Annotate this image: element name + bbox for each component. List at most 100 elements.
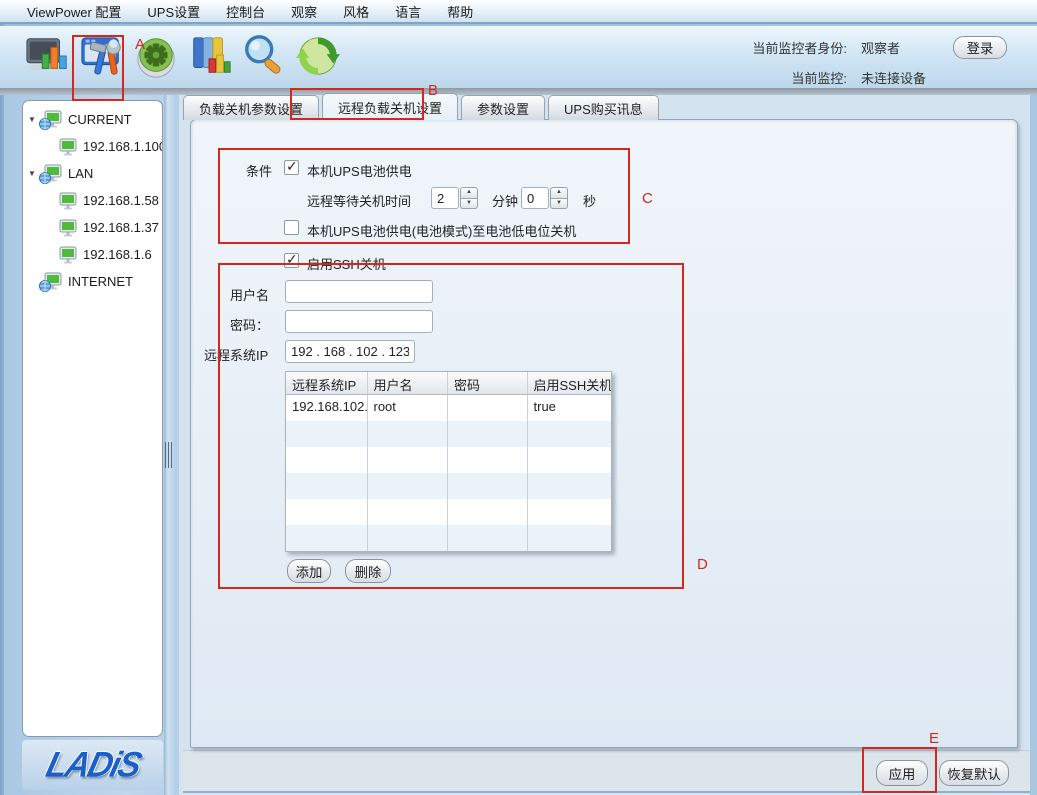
device-tree: CURRENT 192.168.1.100 LAN — [22, 100, 163, 737]
tree-node-label[interactable]: INTERNET — [68, 274, 133, 289]
tab-ups-purchase-info[interactable]: UPS购买讯息 — [548, 95, 659, 120]
expander-icon[interactable] — [25, 169, 39, 178]
toolbar: 当前监控者身份: 观察者 登录 当前监控: 未连接设备 — [0, 26, 1037, 88]
login-button[interactable]: 登录 — [953, 36, 1007, 59]
tree-node-ip[interactable]: 192.168.1.100 — [25, 133, 162, 160]
report-button[interactable] — [186, 29, 233, 85]
search-icon — [241, 30, 287, 85]
identity-label: 当前监控者身份: — [752, 38, 847, 57]
password-input[interactable] — [285, 310, 433, 333]
col-username[interactable]: 用户名 — [368, 372, 449, 394]
menu-ups-settings[interactable]: UPS设置 — [134, 0, 213, 23]
tree-node-internet[interactable]: INTERNET — [25, 268, 162, 295]
tab-load-shutdown-params[interactable]: 负载关机参数设置 — [183, 95, 319, 120]
pane-splitter[interactable] — [164, 95, 174, 795]
brand-logo: LADiS — [22, 740, 163, 790]
menu-viewpower-config[interactable]: ViewPower 配置 — [14, 0, 134, 23]
low-battery-shutdown-checkbox[interactable] — [284, 220, 299, 235]
minutes-stepper[interactable] — [460, 187, 478, 209]
table-row[interactable] — [286, 525, 611, 551]
enable-ssh-label: 启用SSH关机 — [307, 254, 386, 273]
refresh-button[interactable] — [294, 29, 341, 85]
menu-bar: ViewPower 配置 UPS设置 控制台 观察 风格 语言 帮助 — [0, 0, 1037, 24]
expander-icon[interactable] — [25, 115, 39, 124]
control-gear-icon — [133, 30, 179, 85]
username-label: 用户名 — [230, 285, 269, 304]
tree-node-label[interactable]: 192.168.1.6 — [83, 247, 152, 262]
col-password[interactable]: 密码 — [448, 372, 528, 394]
seconds-stepper[interactable] — [550, 187, 568, 209]
tree-node-ip[interactable]: 192.168.1.37 — [25, 214, 162, 241]
splitter-grip-icon[interactable] — [165, 442, 173, 468]
tree-node-label[interactable]: 192.168.1.58 — [83, 193, 159, 208]
menu-language[interactable]: 语言 — [382, 0, 434, 23]
battery-power-label: 本机UPS电池供电 — [307, 161, 412, 180]
tree-node-current[interactable]: CURRENT — [25, 106, 162, 133]
condition-label: 条件 — [246, 161, 272, 180]
monitor-view-button[interactable] — [24, 29, 71, 85]
tree-node-label[interactable]: 192.168.1.100 — [83, 139, 163, 154]
add-button[interactable]: 添加 — [287, 559, 331, 583]
tree-node-ip[interactable]: 192.168.1.58 — [25, 187, 162, 214]
refresh-icon — [295, 30, 341, 85]
restore-default-button[interactable]: 恢复默认 — [939, 760, 1009, 786]
seconds-input[interactable] — [521, 187, 549, 209]
computer-icon — [58, 246, 78, 264]
menu-style[interactable]: 风格 — [330, 0, 382, 23]
table-row[interactable] — [286, 499, 611, 525]
computer-icon — [58, 138, 78, 156]
col-remote-ip[interactable]: 远程系统IP — [286, 372, 368, 394]
monitor-status: 当前监控者身份: 观察者 登录 当前监控: 未连接设备 — [752, 36, 1011, 87]
table-row[interactable] — [286, 447, 611, 473]
table-row[interactable] — [286, 421, 611, 447]
monitor-view-icon — [25, 30, 71, 85]
table-header-row: 远程系统IP 用户名 密码 启用SSH关机 — [286, 372, 611, 395]
spin-down-icon[interactable] — [460, 199, 478, 210]
ssh-hosts-table[interactable]: 远程系统IP 用户名 密码 启用SSH关机 192.168.102. root … — [285, 371, 612, 552]
computer-icon — [58, 219, 78, 237]
network-computer-icon — [39, 272, 63, 292]
monitored-label: 当前监控: — [752, 68, 847, 87]
password-label: 密码： — [230, 315, 269, 334]
identity-value: 观察者 — [861, 38, 939, 57]
tree-node-label[interactable]: CURRENT — [68, 112, 132, 127]
table-row[interactable] — [286, 473, 611, 499]
delete-button[interactable]: 删除 — [345, 559, 391, 583]
control-gear-button[interactable] — [132, 29, 179, 85]
tree-node-label[interactable]: LAN — [68, 166, 93, 181]
spin-down-icon[interactable] — [550, 199, 568, 210]
shutdown-settings-button[interactable] — [78, 29, 125, 85]
minutes-input[interactable] — [431, 187, 459, 209]
search-button[interactable] — [240, 29, 287, 85]
report-icon — [187, 30, 233, 85]
monitored-value: 未连接设备 — [861, 68, 939, 87]
seconds-unit-label: 秒 — [583, 191, 596, 210]
spin-up-icon[interactable] — [550, 187, 568, 199]
network-computer-icon — [39, 164, 63, 184]
logo-text: LADiS — [41, 745, 143, 786]
tree-node-ip[interactable]: 192.168.1.6 — [25, 241, 162, 268]
spin-up-icon[interactable] — [460, 187, 478, 199]
wait-time-label: 远程等待关机时间 — [307, 191, 411, 210]
network-computer-icon — [39, 110, 63, 130]
username-input[interactable] — [285, 280, 433, 303]
shutdown-settings-icon — [79, 30, 125, 85]
low-battery-shutdown-label: 本机UPS电池供电(电池模式)至电池低电位关机 — [307, 221, 576, 240]
tree-node-label[interactable]: 192.168.1.37 — [83, 220, 159, 235]
tab-parameter-settings[interactable]: 参数设置 — [461, 95, 545, 120]
minutes-unit-label: 分钟 — [492, 191, 518, 210]
menu-view[interactable]: 观察 — [278, 0, 330, 23]
computer-icon — [58, 192, 78, 210]
tree-node-lan[interactable]: LAN — [25, 160, 162, 187]
menu-help[interactable]: 帮助 — [434, 0, 486, 23]
menu-console[interactable]: 控制台 — [213, 0, 278, 23]
table-row[interactable]: 192.168.102. root true — [286, 395, 611, 421]
remote-ip-label: 远程系统IP — [204, 345, 268, 364]
battery-power-checkbox[interactable] — [284, 160, 299, 175]
tab-bar: 负载关机参数设置 远程负载关机设置 参数设置 UPS购买讯息 — [183, 93, 662, 120]
remote-ip-input[interactable] — [285, 340, 415, 363]
apply-button[interactable]: 应用 — [876, 760, 928, 786]
enable-ssh-checkbox[interactable] — [284, 253, 299, 268]
tab-remote-load-shutdown[interactable]: 远程负载关机设置 — [322, 93, 458, 120]
col-enable-ssh[interactable]: 启用SSH关机 — [528, 372, 611, 394]
